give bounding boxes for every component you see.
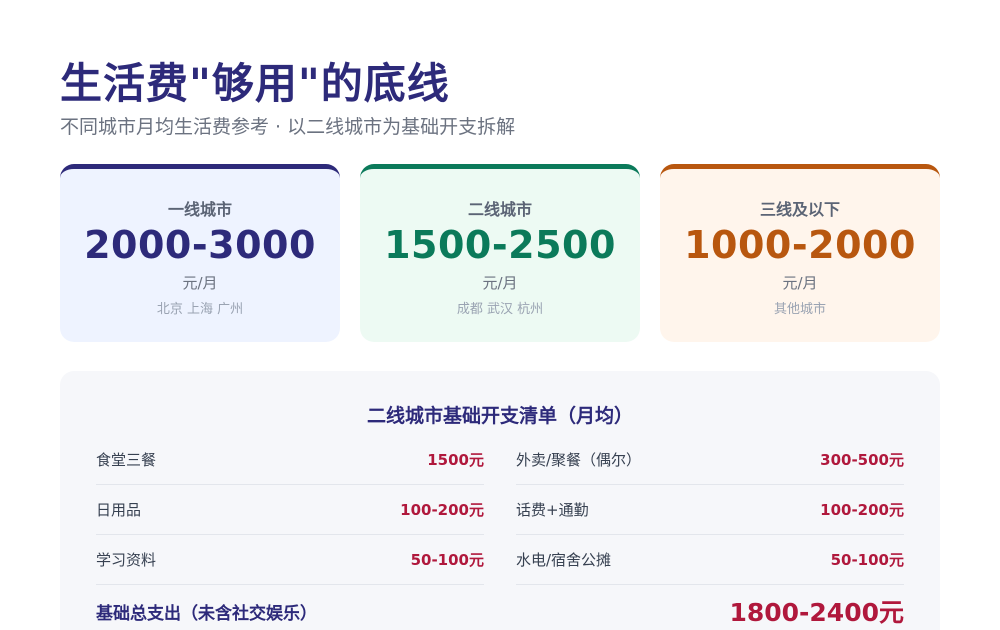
card-unit: 元/月 — [482, 274, 518, 292]
expense-grid: 食堂三餐 1500元 日用品 100-200元 学习资料 50-100元 外卖/… — [96, 435, 904, 585]
card-cities: 其他城市 — [773, 302, 826, 317]
total-label: 基础总支出（未含社交娱乐） — [96, 603, 317, 624]
card-unit: 元/月 — [782, 274, 818, 292]
expense-name: 食堂三餐 — [96, 451, 157, 469]
expense-value: 100-200元 — [400, 501, 484, 519]
city-cards: 一线城市 2000-3000 元/月 北京 上海 广州 二线城市 1500-25… — [60, 164, 940, 342]
expense-value: 100-200元 — [820, 501, 904, 519]
expense-name: 话费+通勤 — [516, 501, 589, 519]
card-label: 三线及以下 — [759, 200, 840, 219]
page-subtitle: 不同城市月均生活费参考 · 以二线城市为基础开支拆解 — [60, 116, 516, 138]
expense-name: 外卖/聚餐（偶尔） — [516, 451, 642, 469]
expense-row: 日用品 100-200元 — [96, 485, 484, 535]
expense-row: 学习资料 50-100元 — [96, 535, 484, 585]
card-label: 一线城市 — [167, 200, 232, 219]
card-range: 1000-2000 — [684, 223, 916, 267]
breakdown-title: 二线城市基础开支清单（月均） — [366, 405, 633, 427]
total-row: 基础总支出（未含社交娱乐） 1800-2400元 — [96, 591, 904, 630]
expense-value: 50-100元 — [830, 551, 904, 569]
expense-name: 水电/宿舍公摊 — [516, 551, 612, 569]
expense-value: 50-100元 — [410, 551, 484, 569]
expense-row: 外卖/聚餐（偶尔） 300-500元 — [516, 435, 904, 485]
expense-column-left: 食堂三餐 1500元 日用品 100-200元 学习资料 50-100元 — [96, 435, 484, 585]
page: 生活费"够用"的底线 不同城市月均生活费参考 · 以二线城市为基础开支拆解 一线… — [0, 0, 1000, 630]
expense-name: 学习资料 — [96, 551, 157, 569]
total-value: 1800-2400元 — [729, 598, 904, 627]
card-unit: 元/月 — [182, 274, 218, 292]
expense-row: 食堂三餐 1500元 — [96, 435, 484, 485]
expense-row: 话费+通勤 100-200元 — [516, 485, 904, 535]
card-label: 二线城市 — [467, 200, 532, 219]
page-title: 生活费"够用"的底线 — [60, 59, 450, 108]
expense-name: 日用品 — [96, 501, 142, 519]
expense-breakdown-panel: 二线城市基础开支清单（月均） 食堂三餐 1500元 日用品 100-200元 学… — [60, 371, 940, 630]
card-cities: 北京 上海 广州 — [156, 302, 244, 317]
expense-value: 1500元 — [427, 451, 484, 469]
card-cities: 成都 武汉 杭州 — [456, 302, 544, 317]
card-tier3: 三线及以下 1000-2000 元/月 其他城市 — [660, 164, 940, 342]
expense-column-right: 外卖/聚餐（偶尔） 300-500元 话费+通勤 100-200元 水电/宿舍公… — [516, 435, 904, 585]
card-tier2: 二线城市 1500-2500 元/月 成都 武汉 杭州 — [360, 164, 640, 342]
card-range: 2000-3000 — [84, 223, 316, 267]
expense-row: 水电/宿舍公摊 50-100元 — [516, 535, 904, 585]
expense-value: 300-500元 — [820, 451, 904, 469]
card-range: 1500-2500 — [384, 223, 616, 267]
card-tier1: 一线城市 2000-3000 元/月 北京 上海 广州 — [60, 164, 340, 342]
